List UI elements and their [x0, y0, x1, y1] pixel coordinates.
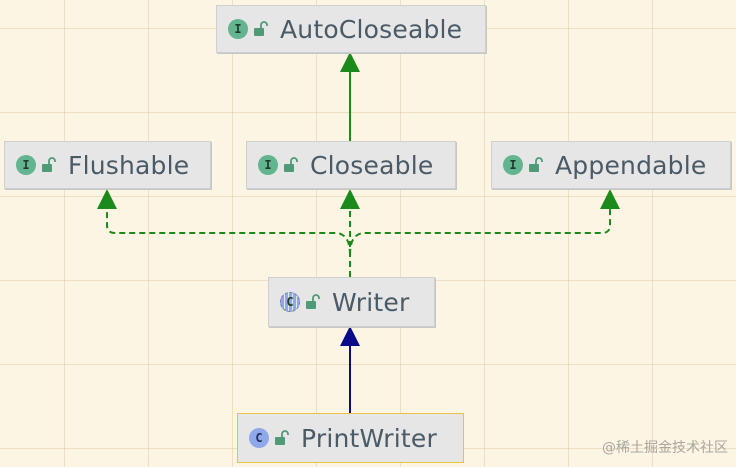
node-writer[interactable]: C Writer	[268, 277, 435, 327]
class-badge-icon: C	[249, 428, 269, 448]
node-appendable[interactable]: I Appendable	[491, 141, 731, 189]
unlocked-padlock-icon	[275, 430, 289, 445]
arrowhead-flushable	[97, 189, 117, 209]
inheritance-edges	[97, 52, 620, 413]
unlocked-padlock-icon	[306, 294, 320, 309]
node-label: Appendable	[555, 150, 707, 180]
watermark-text: @稀土掘金技术社区	[602, 440, 728, 456]
unlocked-padlock-icon	[529, 157, 543, 172]
node-label: AutoCloseable	[280, 14, 463, 44]
node-label: Writer	[332, 287, 410, 317]
node-label: PrintWriter	[301, 423, 437, 453]
arrowhead-autocloseable	[340, 52, 360, 72]
unlocked-padlock-icon	[42, 157, 56, 172]
node-flushable[interactable]: I Flushable	[4, 141, 211, 189]
abstract-class-badge-icon: C	[280, 292, 300, 312]
interface-badge-icon: I	[228, 19, 248, 39]
edge-writer-implements-flushable	[106, 205, 351, 256]
interface-badge-icon: I	[16, 155, 36, 175]
arrowhead-closeable	[340, 189, 360, 209]
node-label: Closeable	[310, 150, 434, 180]
unlocked-padlock-icon	[254, 21, 268, 36]
edge-writer-implements-appendable	[349, 205, 611, 256]
node-closeable[interactable]: I Closeable	[246, 141, 456, 189]
unlocked-padlock-icon	[284, 157, 298, 172]
node-autocloseable[interactable]: I AutoCloseable	[216, 5, 486, 53]
arrowhead-writer	[340, 326, 360, 346]
node-label: Flushable	[68, 150, 190, 180]
interface-badge-icon: I	[258, 155, 278, 175]
interface-badge-icon: I	[503, 155, 523, 175]
node-printwriter[interactable]: C PrintWriter	[237, 413, 464, 463]
arrowhead-appendable	[600, 189, 620, 209]
